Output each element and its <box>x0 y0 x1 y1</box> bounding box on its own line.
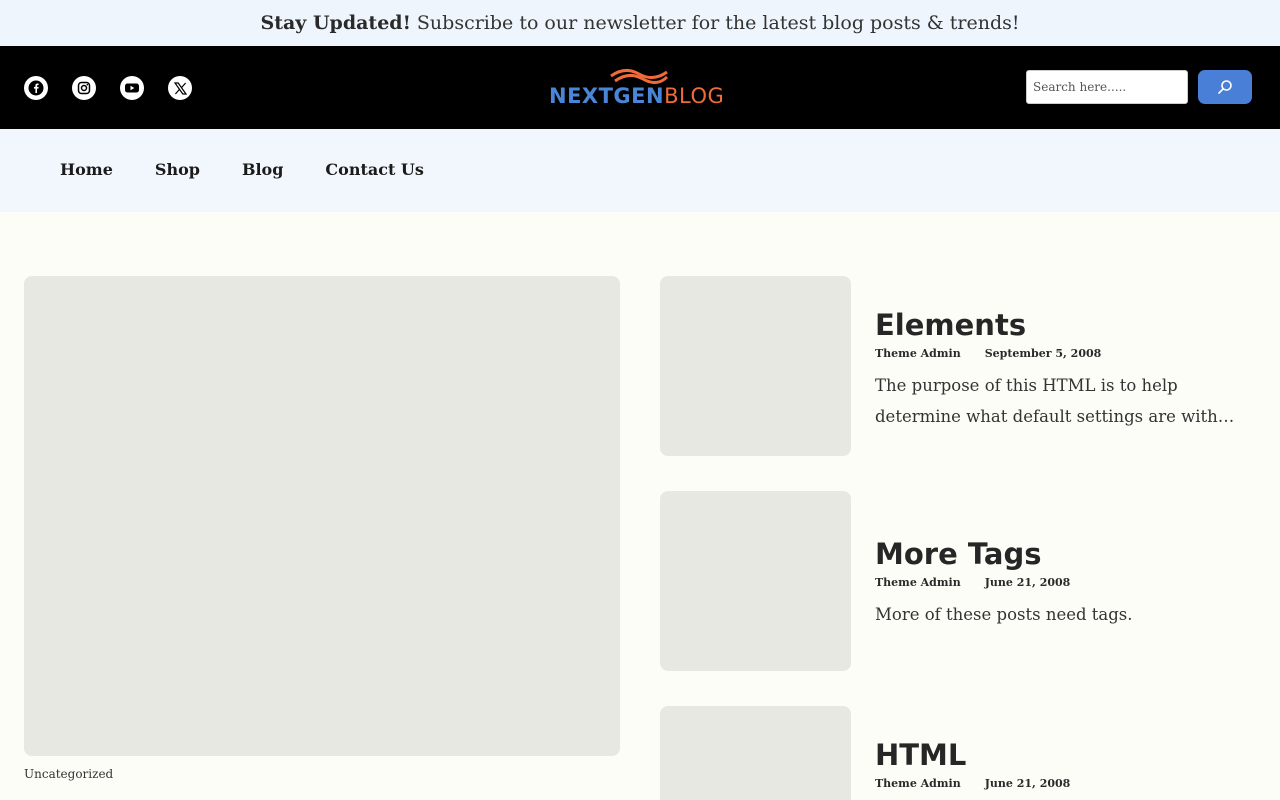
post-author[interactable]: Theme Admin <box>875 576 961 589</box>
nav-item-home[interactable]: Home <box>60 160 113 179</box>
announcement-text: Subscribe to our newsletter for the late… <box>416 12 1020 34</box>
nav-item-shop[interactable]: Shop <box>155 160 200 179</box>
logo-part-nextgen: NEXTGEN <box>549 84 665 108</box>
announcement-bar: Stay Updated! Subscribe to our newslette… <box>0 0 1280 46</box>
nav-item-blog[interactable]: Blog <box>242 160 283 179</box>
post-meta: Theme Admin June 21, 2008 <box>875 777 1255 790</box>
post-author[interactable]: Theme Admin <box>875 777 961 790</box>
post-date[interactable]: June 21, 2008 <box>985 576 1071 589</box>
logo-text: NEXTGENBLOG <box>549 86 724 107</box>
post-meta: Theme Admin September 5, 2008 <box>875 347 1255 360</box>
logo-waves-icon <box>610 69 669 84</box>
youtube-icon[interactable] <box>120 76 144 100</box>
post-date[interactable]: September 5, 2008 <box>985 347 1102 360</box>
post-thumbnail[interactable] <box>660 276 851 456</box>
site-header: NEXTGENBLOG <box>0 46 1280 129</box>
instagram-icon[interactable] <box>72 76 96 100</box>
main-navigation: Home Shop Blog Contact Us <box>0 129 1280 212</box>
facebook-icon[interactable] <box>24 76 48 100</box>
post-card: Elements Theme Admin September 5, 2008 T… <box>660 276 1260 456</box>
search-button[interactable] <box>1198 70 1252 104</box>
post-thumbnail[interactable] <box>660 491 851 671</box>
nav-item-contact-us[interactable]: Contact Us <box>325 160 423 179</box>
site-logo[interactable]: NEXTGENBLOG <box>549 66 731 110</box>
post-excerpt: More of these posts need tags. <box>875 604 1133 624</box>
logo-part-blog: BLOG <box>664 84 725 108</box>
featured-post-image[interactable] <box>24 276 620 756</box>
post-date[interactable]: June 21, 2008 <box>985 777 1071 790</box>
post-card: HTML Theme Admin June 21, 2008 <box>660 706 1260 800</box>
post-excerpt: The purpose of this HTML is to help dete… <box>875 375 1235 426</box>
post-title[interactable]: More Tags <box>875 538 1255 571</box>
post-thumbnail[interactable] <box>660 706 851 800</box>
post-card: More Tags Theme Admin June 21, 2008 More… <box>660 491 1260 671</box>
post-title[interactable]: HTML <box>875 739 1255 772</box>
x-icon[interactable] <box>168 76 192 100</box>
post-title[interactable]: Elements <box>875 309 1255 342</box>
post-meta: Theme Admin June 21, 2008 <box>875 576 1255 589</box>
social-links <box>24 76 192 100</box>
search-input[interactable] <box>1026 70 1188 104</box>
featured-post-category[interactable]: Uncategorized <box>24 767 113 781</box>
post-author[interactable]: Theme Admin <box>875 347 961 360</box>
announcement-bold: Stay Updated! <box>260 12 411 34</box>
search-icon <box>1218 80 1232 94</box>
